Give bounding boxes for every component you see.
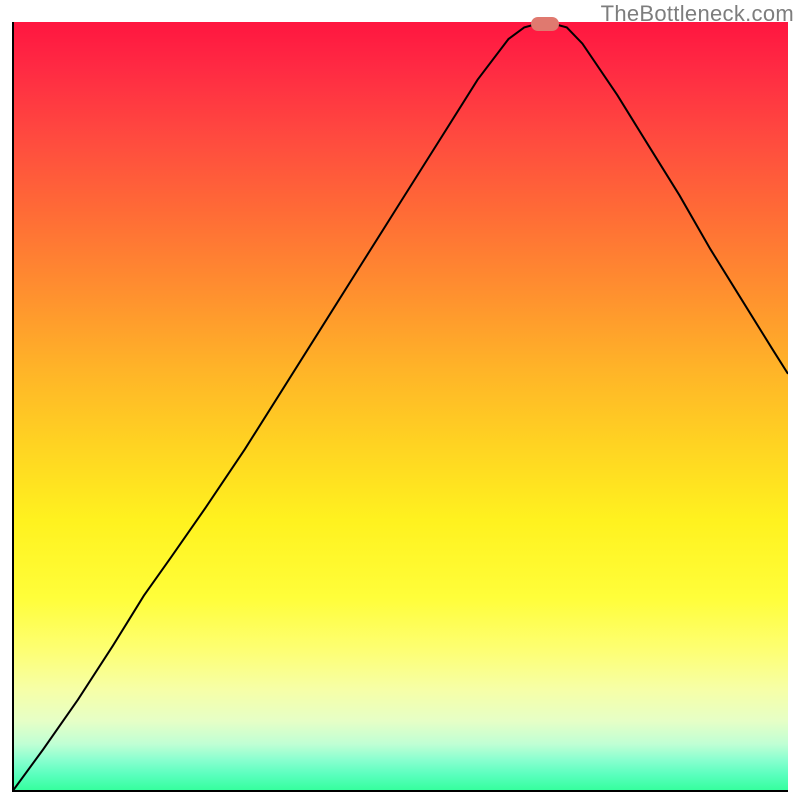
watermark-text: TheBottleneck.com [601, 1, 794, 27]
optimal-point-marker [531, 17, 559, 31]
plot-area [12, 22, 788, 792]
chart-frame: TheBottleneck.com [0, 0, 800, 800]
